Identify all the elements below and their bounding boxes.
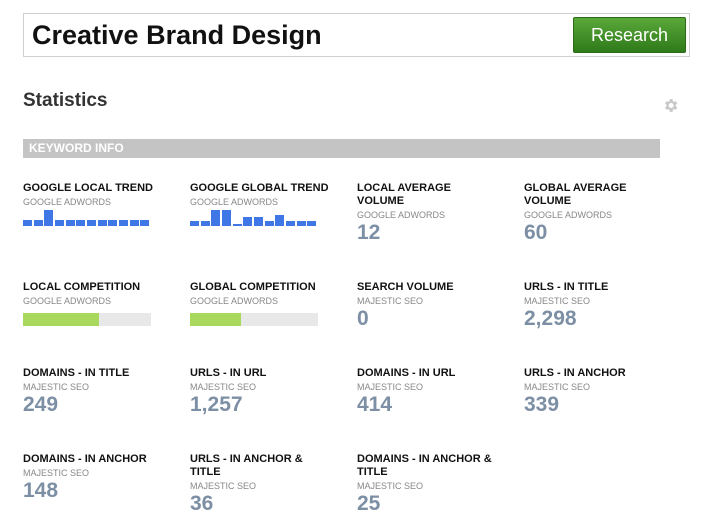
- stat-label: URLS - IN URL: [190, 367, 267, 379]
- stat-urls-in-anchor-title: URLS - IN ANCHOR & TITLE MAJESTIC SEO 36: [190, 453, 315, 516]
- stat-source: MAJESTIC SEO: [357, 382, 424, 392]
- stat-source: MAJESTIC SEO: [357, 296, 424, 306]
- stat-source: GOOGLE ADWORDS: [23, 197, 112, 207]
- stat-global-competition: GLOBAL COMPETITION GOOGLE ADWORDS: [190, 281, 340, 326]
- stat-value: 339: [524, 393, 560, 416]
- stat-source: MAJESTIC SEO: [23, 382, 90, 392]
- stat-label: DOMAINS - IN ANCHOR & TITLE: [357, 453, 492, 478]
- stat-global-average-volume: GLOBAL AVERAGE VOLUME GOOGLE ADWORDS 60: [524, 182, 654, 245]
- stat-google-global-trend: GOOGLE GLOBAL TREND GOOGLE ADWORDS: [190, 182, 340, 226]
- stat-label: DOMAINS - IN TITLE: [23, 367, 130, 379]
- stat-source: GOOGLE ADWORDS: [190, 197, 279, 207]
- trend-bar: [129, 220, 139, 226]
- stat-value: 25: [357, 492, 381, 515]
- stat-label: DOMAINS - IN ANCHOR: [23, 453, 147, 465]
- global-competition-meter: [190, 313, 318, 326]
- stat-label: LOCAL COMPETITION: [23, 281, 141, 293]
- trend-bar: [140, 220, 150, 226]
- stat-source: MAJESTIC SEO: [23, 468, 90, 478]
- stat-search-volume: SEARCH VOLUME MAJESTIC SEO 0: [357, 281, 507, 331]
- trend-bar: [254, 217, 264, 226]
- stat-source: MAJESTIC SEO: [190, 481, 257, 491]
- trend-bar: [65, 220, 75, 226]
- stat-domains-in-anchor-title: DOMAINS - IN ANCHOR & TITLE MAJESTIC SEO…: [357, 453, 502, 516]
- trend-bar: [200, 221, 210, 226]
- stat-label: GLOBAL COMPETITION: [190, 281, 316, 293]
- stat-source: MAJESTIC SEO: [357, 481, 424, 491]
- stat-value: 1,257: [190, 393, 243, 416]
- stat-value: 2,298: [524, 307, 577, 330]
- stat-domains-in-title: DOMAINS - IN TITLE MAJESTIC SEO 249: [23, 367, 173, 417]
- trend-bar: [275, 215, 285, 226]
- stat-label: URLS - IN ANCHOR & TITLE: [190, 453, 303, 478]
- trend-bar: [190, 221, 200, 226]
- stat-urls-in-anchor: URLS - IN ANCHOR MAJESTIC SEO 339: [524, 367, 674, 417]
- keyword-info-section-header: KEYWORD INFO: [23, 139, 660, 158]
- trend-bar: [211, 210, 221, 226]
- stat-local-competition: LOCAL COMPETITION GOOGLE ADWORDS: [23, 281, 173, 326]
- stat-label: SEARCH VOLUME: [357, 281, 454, 293]
- stat-source: GOOGLE ADWORDS: [23, 296, 112, 306]
- trend-bar: [264, 221, 274, 226]
- stat-label: DOMAINS - IN URL: [357, 367, 456, 379]
- stat-value: 12: [357, 221, 381, 244]
- stat-source: GOOGLE ADWORDS: [524, 210, 613, 220]
- stat-source: MAJESTIC SEO: [524, 296, 591, 306]
- trend-bar: [286, 221, 296, 226]
- stat-value: 148: [23, 479, 59, 502]
- google-global-trend-chart: [190, 210, 318, 226]
- trend-bar: [222, 210, 232, 226]
- keyword-search-input[interactable]: [32, 18, 552, 52]
- trend-bar: [55, 220, 65, 226]
- stat-label: GOOGLE LOCAL TREND: [23, 182, 153, 194]
- stat-label: URLS - IN TITLE: [524, 281, 609, 293]
- stat-value: 60: [524, 221, 548, 244]
- stat-value: 414: [357, 393, 393, 416]
- trend-bar: [232, 224, 242, 226]
- stat-label: GLOBAL AVERAGE VOLUME: [524, 182, 627, 207]
- stat-label: LOCAL AVERAGE VOLUME: [357, 182, 451, 207]
- local-competition-meter: [23, 313, 151, 326]
- stat-source: MAJESTIC SEO: [524, 382, 591, 392]
- stat-source: GOOGLE ADWORDS: [190, 296, 279, 306]
- trend-bar: [307, 221, 317, 226]
- stat-source: MAJESTIC SEO: [190, 382, 257, 392]
- search-box: Research: [23, 13, 690, 57]
- stat-urls-in-title: URLS - IN TITLE MAJESTIC SEO 2,298: [524, 281, 674, 331]
- google-local-trend-chart: [23, 210, 151, 226]
- trend-bar: [33, 220, 43, 226]
- trend-bar: [296, 221, 306, 226]
- page-title: Statistics: [23, 90, 108, 111]
- stat-source: GOOGLE ADWORDS: [357, 210, 446, 220]
- trend-bar: [108, 220, 118, 226]
- trend-bar: [23, 220, 33, 226]
- stat-value: 36: [190, 492, 214, 515]
- competition-meter-fill: [190, 313, 242, 326]
- stat-local-average-volume: LOCAL AVERAGE VOLUME GOOGLE ADWORDS 12: [357, 182, 487, 245]
- gear-icon[interactable]: [662, 97, 679, 114]
- stat-label: URLS - IN ANCHOR: [524, 367, 626, 379]
- stat-domains-in-anchor: DOMAINS - IN ANCHOR MAJESTIC SEO 148: [23, 453, 173, 503]
- trend-bar: [76, 220, 86, 226]
- stat-label: GOOGLE GLOBAL TREND: [190, 182, 329, 194]
- trend-bar: [87, 220, 97, 226]
- competition-meter-fill: [23, 313, 99, 326]
- trend-bar: [97, 220, 107, 226]
- stat-value: 0: [357, 307, 369, 330]
- trend-bar: [243, 217, 253, 226]
- stat-google-local-trend: GOOGLE LOCAL TREND GOOGLE ADWORDS: [23, 182, 173, 226]
- stat-domains-in-url: DOMAINS - IN URL MAJESTIC SEO 414: [357, 367, 507, 417]
- research-button[interactable]: Research: [573, 17, 686, 53]
- stat-value: 249: [23, 393, 59, 416]
- trend-bar: [119, 220, 129, 226]
- stat-urls-in-url: URLS - IN URL MAJESTIC SEO 1,257: [190, 367, 340, 417]
- trend-bar: [44, 210, 54, 226]
